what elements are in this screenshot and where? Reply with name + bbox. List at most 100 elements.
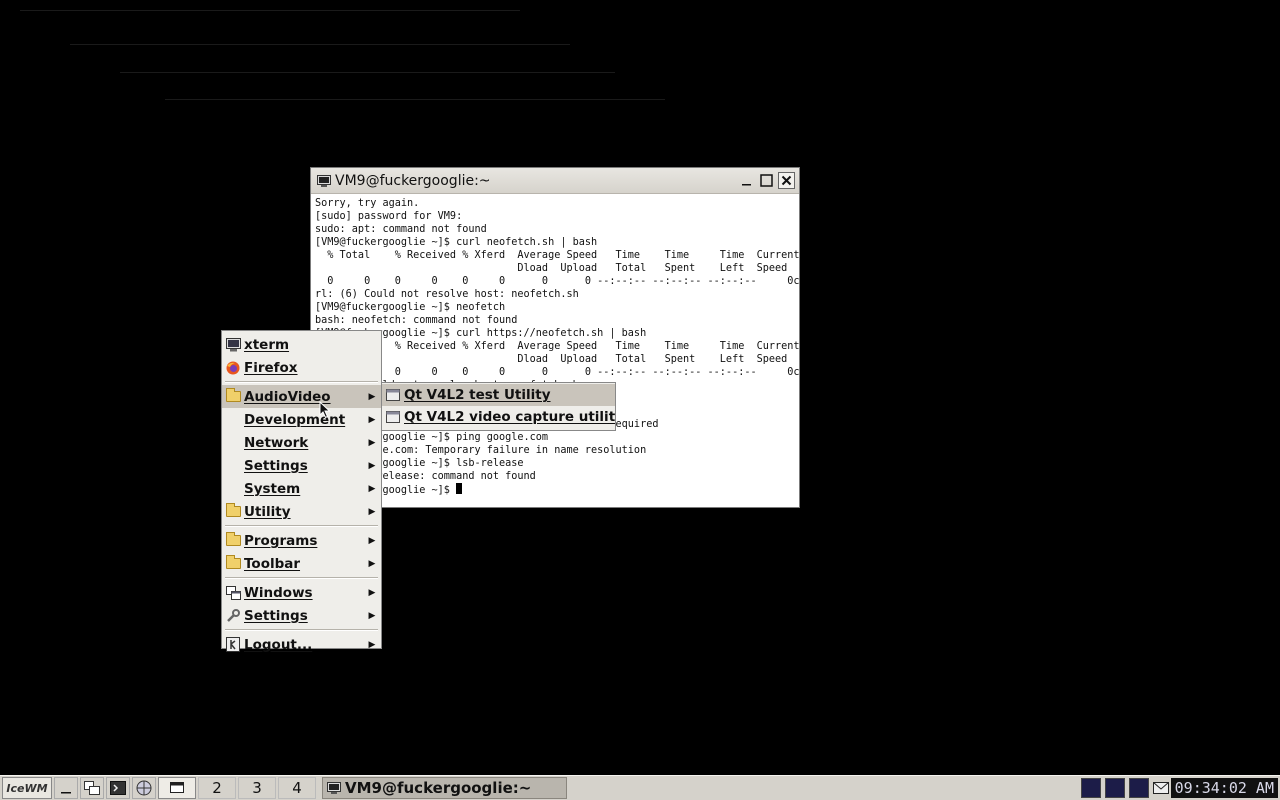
terminal-icon bbox=[225, 337, 241, 353]
text-cursor bbox=[456, 483, 463, 494]
terminal-line: rl: (6) Could not resolve host: neofetch… bbox=[315, 289, 579, 300]
menu-item-settings-apps[interactable]: Settings ▶ bbox=[222, 454, 381, 477]
terminal-line: Dload Upload Total Spent Left Speed bbox=[315, 263, 788, 274]
audiovideo-submenu: Qt V4L2 test Utility Qt V4L2 video captu… bbox=[381, 382, 616, 431]
desktop-line bbox=[20, 10, 520, 11]
tray-monitor-2[interactable] bbox=[1104, 778, 1125, 798]
menu-item-label: System bbox=[244, 480, 301, 497]
terminal-line: [VM9@fuckergooglie ~]$ curl neofetch.sh … bbox=[315, 237, 598, 248]
submenu-arrow-icon: ▶ bbox=[368, 535, 376, 546]
menu-item-audiovideo[interactable]: AudioVideo ▶ bbox=[222, 385, 381, 408]
task-label: VM9@fuckergooglie:~ bbox=[345, 779, 532, 797]
system-tray: 09:34:02 AM bbox=[1080, 778, 1280, 798]
submenu-arrow-icon: ▶ bbox=[368, 587, 376, 598]
folder-icon bbox=[225, 388, 241, 405]
desktop-line bbox=[70, 44, 570, 45]
menu-item-label: Windows bbox=[244, 584, 313, 601]
menu-item-label: AudioVideo bbox=[244, 388, 331, 405]
start-button[interactable]: IceWM bbox=[2, 777, 52, 799]
workspace-4[interactable]: 4 bbox=[278, 777, 316, 799]
firefox-icon bbox=[225, 360, 241, 376]
workspace-1[interactable] bbox=[158, 777, 196, 799]
menu-separator bbox=[225, 525, 378, 527]
minimize-all-icon bbox=[61, 792, 71, 794]
menu-item-development[interactable]: Development ▶ bbox=[222, 408, 381, 431]
terminal-line: % Total % Received % Xferd Average Speed… bbox=[315, 250, 799, 261]
menu-item-qt-v4l2-test[interactable]: Qt V4L2 test Utility bbox=[382, 384, 615, 406]
terminal-line: bash: lsb-release: command not found bbox=[315, 471, 536, 482]
window-titlebar[interactable]: VM9@fuckergooglie:~ bbox=[311, 168, 799, 194]
maximize-button[interactable] bbox=[758, 172, 775, 189]
menu-item-label: Network bbox=[244, 434, 309, 451]
menu-item-label: Programs bbox=[244, 532, 318, 549]
submenu-arrow-icon: ▶ bbox=[368, 460, 376, 471]
terminal-icon bbox=[327, 782, 341, 794]
menu-item-label: Settings bbox=[244, 457, 308, 474]
start-label: IceWM bbox=[6, 781, 48, 795]
menu-item-qt-v4l2-capture[interactable]: Qt V4L2 video capture utility bbox=[382, 406, 615, 428]
app-icon bbox=[385, 387, 401, 403]
terminal-window[interactable]: VM9@fuckergooglie:~ Sorry, try again. [su… bbox=[310, 167, 800, 508]
submenu-arrow-icon: ▶ bbox=[368, 506, 376, 517]
terminal-line: [VM9@fuckergooglie ~]$ lsb-release bbox=[315, 458, 524, 469]
terminal-line: [VM9@fuckergooglie ~]$ ping google.com bbox=[315, 432, 549, 443]
windows-icon bbox=[84, 781, 100, 795]
menu-item-firefox[interactable]: Firefox bbox=[222, 356, 381, 379]
submenu-arrow-icon: ▶ bbox=[368, 610, 376, 621]
menu-item-label: Development bbox=[244, 411, 346, 428]
workspace-2[interactable]: 2 bbox=[198, 777, 236, 799]
terminal-line: [VM9@fuckergooglie ~]$ neofetch bbox=[315, 302, 506, 313]
folder-icon bbox=[225, 503, 241, 520]
menu-item-logout[interactable]: Logout... ▶ bbox=[222, 633, 381, 656]
menu-item-windows[interactable]: Windows ▶ bbox=[222, 581, 381, 604]
menu-item-utility[interactable]: Utility ▶ bbox=[222, 500, 381, 523]
browser-launcher[interactable] bbox=[132, 777, 156, 799]
menu-separator bbox=[225, 629, 378, 631]
menu-item-toolbar[interactable]: Toolbar ▶ bbox=[222, 552, 381, 575]
submenu-arrow-icon: ▶ bbox=[368, 391, 376, 402]
menu-item-label: Toolbar bbox=[244, 555, 301, 572]
taskbar-task-terminal[interactable]: VM9@fuckergooglie:~ bbox=[322, 777, 567, 799]
mail-icon[interactable] bbox=[1152, 782, 1169, 794]
terminal-line: sudo: apt: command not found bbox=[315, 224, 487, 235]
submenu-arrow-icon: ▶ bbox=[368, 483, 376, 494]
close-icon bbox=[781, 175, 792, 186]
tray-monitor-1[interactable] bbox=[1080, 778, 1101, 798]
submenu-arrow-icon: ▶ bbox=[368, 437, 376, 448]
clock[interactable]: 09:34:02 AM bbox=[1170, 778, 1278, 798]
terminal-line: 0 0 0 0 0 0 0 0 --:--:-- --:--:-- --:--:… bbox=[315, 276, 799, 287]
submenu-arrow-icon: ▶ bbox=[368, 558, 376, 569]
window-title: VM9@fuckergooglie:~ bbox=[335, 172, 491, 189]
tray-monitor-3[interactable] bbox=[1128, 778, 1149, 798]
terminal-launcher[interactable] bbox=[106, 777, 130, 799]
menu-item-label: Utility bbox=[244, 503, 291, 520]
wrench-icon bbox=[225, 608, 241, 624]
terminal-line: [sudo] password for VM9: bbox=[315, 211, 463, 222]
window-list-button[interactable] bbox=[80, 777, 104, 799]
start-menu: xterm Firefox AudioVideo ▶ Development ▶… bbox=[221, 330, 382, 653]
menu-item-settings[interactable]: Settings ▶ bbox=[222, 604, 381, 627]
menu-item-label: Settings bbox=[244, 607, 308, 624]
terminal-line: Sorry, try again. bbox=[315, 198, 420, 209]
terminal-icon bbox=[110, 781, 126, 795]
logout-icon bbox=[225, 637, 241, 653]
app-icon bbox=[385, 409, 401, 425]
show-desktop-button[interactable] bbox=[54, 777, 78, 799]
terminal-line: Dload Upload Total Spent Left Speed bbox=[315, 354, 788, 365]
mouse-pointer-icon bbox=[319, 401, 331, 419]
menu-item-label: xterm bbox=[244, 336, 290, 353]
menu-item-programs[interactable]: Programs ▶ bbox=[222, 529, 381, 552]
workspace-3[interactable]: 3 bbox=[238, 777, 276, 799]
windows-icon bbox=[225, 585, 241, 601]
terminal-output[interactable]: Sorry, try again. [sudo] password for VM9… bbox=[311, 194, 799, 510]
folder-icon bbox=[225, 532, 241, 549]
close-button[interactable] bbox=[778, 172, 795, 189]
menu-item-network[interactable]: Network ▶ bbox=[222, 431, 381, 454]
menu-item-system[interactable]: System ▶ bbox=[222, 477, 381, 500]
minimize-button[interactable] bbox=[738, 172, 755, 189]
menu-item-xterm[interactable]: xterm bbox=[222, 333, 381, 356]
desktop-line bbox=[165, 99, 665, 100]
submenu-arrow-icon: ▶ bbox=[368, 639, 376, 650]
desktop-line bbox=[120, 72, 615, 73]
terminal-line: 0 0 0 0 0 0 0 0 --:--:-- --:--:-- --:--:… bbox=[315, 367, 799, 378]
